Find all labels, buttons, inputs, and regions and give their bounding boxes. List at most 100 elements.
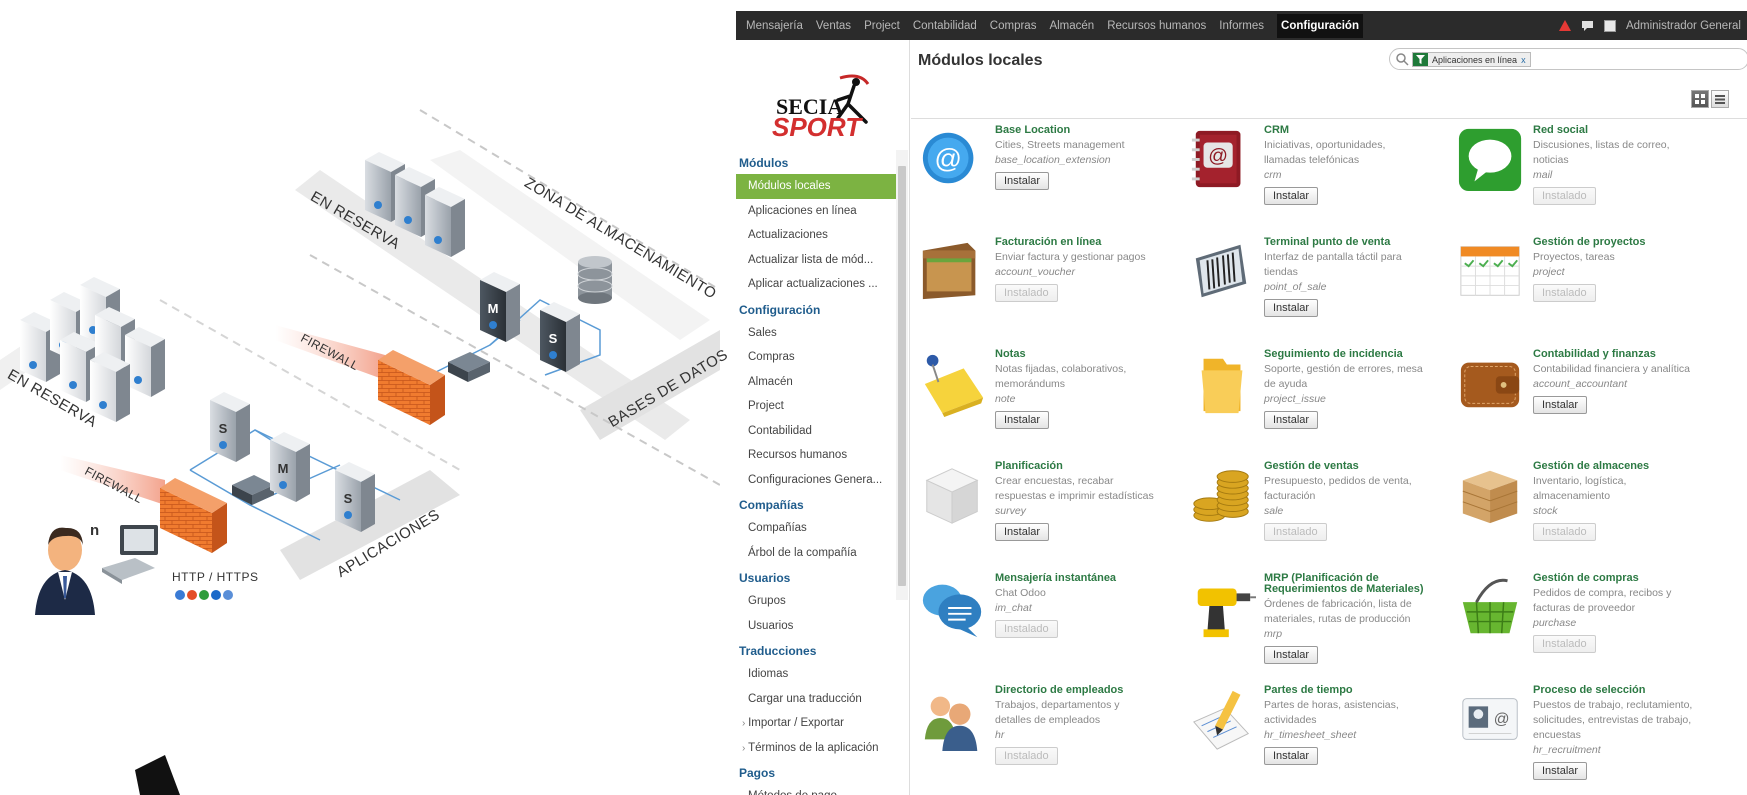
sidebar-item[interactable]: Almacén [736,370,910,395]
module-name[interactable]: Gestión de proyectos [1533,237,1715,248]
sidebar-section-title[interactable]: Compañías [736,492,910,516]
speech-bubbles-icon[interactable] [919,573,987,641]
module-name[interactable]: MRP (Planificación de Requerimientos de … [1264,573,1446,595]
top-menu-item[interactable]: Ventas [816,20,851,32]
module-name[interactable]: Mensajería instantánea [995,573,1177,584]
module-card[interactable]: Partes de tiempo Partes de horas, asisten… [1180,679,1447,789]
sidebar-section-title[interactable]: Configuración [736,297,910,321]
at-sign-icon[interactable]: @ [919,125,987,193]
barcode-scanner-icon[interactable] [1188,237,1256,305]
cube-icon[interactable] [919,461,987,529]
top-menu-item[interactable]: Compras [990,20,1037,32]
sidebar-item[interactable]: Compras [736,345,910,370]
install-button[interactable]: Instalar [995,523,1050,541]
install-button[interactable]: Instalar [995,411,1050,429]
leather-wallet-icon[interactable] [1457,349,1525,417]
search-facet[interactable]: Aplicaciones en línea x [1412,52,1531,67]
list-view-icon[interactable] [1711,90,1729,108]
sidebar-item[interactable]: Compañías [736,516,910,541]
module-card[interactable]: Seguimiento de incidencia Soporte, gestió… [1180,343,1447,453]
install-button[interactable]: Instalar [1264,299,1319,317]
module-card[interactable]: @ Base Location Cities, Streets management… [911,119,1178,229]
module-card[interactable]: Notas Notas fijadas, colaborativos, memorá… [911,343,1178,453]
install-button[interactable]: Instalar [1533,396,1588,414]
sidebar-item[interactable]: Actualizar lista de mód... [736,248,910,273]
module-card[interactable]: MRP (Planificación de Requerimientos de … [1180,567,1447,677]
sidebar-section-title[interactable]: Usuarios [736,565,910,589]
coins-icon[interactable] [1188,461,1256,529]
sidebar-item[interactable]: Actualizaciones [736,223,910,248]
search-icon[interactable] [1395,52,1409,66]
calendar-icon[interactable] [1457,237,1525,305]
module-card[interactable]: Contabilidad y finanzas Contabilidad fina… [1449,343,1716,453]
chat-icon[interactable] [1581,20,1594,31]
sidebar-item[interactable]: Aplicar actualizaciones ... [736,272,910,297]
sidebar-section-title[interactable]: Módulos [736,150,910,174]
module-card[interactable]: Directorio de empleados Trabajos, departa… [911,679,1178,789]
install-button[interactable]: Instalar [1533,762,1588,780]
people-icon[interactable] [919,685,987,753]
sidebar-item[interactable]: Aplicaciones en línea [736,199,910,224]
user-name[interactable]: Administrador General [1626,20,1741,32]
basket-icon[interactable] [1457,573,1525,641]
crate-icon[interactable] [1457,461,1525,529]
module-card[interactable]: Gestión de almacenes Inventario, logístic… [1449,455,1716,565]
top-menu-item[interactable]: Project [864,20,900,32]
kanban-view-icon[interactable] [1691,90,1709,108]
module-card[interactable]: Mensajería instantánea Chat Odoo im_chat In… [911,567,1178,677]
top-menu-item[interactable]: Mensajería [746,20,803,32]
module-card[interactable]: Facturación en línea Enviar factura y ges… [911,231,1178,341]
module-name[interactable]: Red social [1533,125,1715,136]
top-menu-item[interactable]: Almacén [1049,20,1094,32]
sidebar-item[interactable]: Importar / Exportar [736,711,910,736]
module-card[interactable]: @ CRM Iniciativas, oportunidades, llamadas … [1180,119,1447,229]
top-menu-item[interactable]: Configuración [1277,13,1363,38]
install-button[interactable]: Instalar [1264,747,1319,765]
sidebar-item[interactable]: Project [736,394,910,419]
sidebar-item[interactable]: Configuraciones Genera... [736,468,910,493]
module-name[interactable]: Gestión de compras [1533,573,1715,584]
sidebar-item[interactable]: Sales [736,321,910,346]
module-card[interactable]: Red social Discusiones, listas de correo,… [1449,119,1716,229]
install-button[interactable]: Instalar [995,172,1050,190]
module-card[interactable]: Gestión de proyectos Proyectos, tareas pro… [1449,231,1716,341]
search-box[interactable]: Aplicaciones en línea x [1389,48,1747,70]
sidebar-item[interactable]: Cargar una traducción [736,687,910,712]
facet-close-icon[interactable]: x [1521,55,1526,65]
sidebar-scroll-thumb[interactable] [898,166,906,586]
module-card[interactable]: @ Proceso de selección Puestos de trabajo,… [1449,679,1716,789]
module-name[interactable]: Contabilidad y finanzas [1533,349,1715,360]
sidebar-item[interactable]: Grupos [736,589,910,614]
module-name[interactable]: CRM [1264,125,1446,136]
sidebar-item[interactable]: Términos de la aplicación [736,736,910,761]
sidebar-item[interactable]: Recursos humanos [736,443,910,468]
module-name[interactable]: Facturación en línea [995,237,1177,248]
module-name[interactable]: Proceso de selección [1533,685,1715,696]
module-card[interactable]: Gestión de ventas Presupuesto, pedidos de… [1180,455,1447,565]
top-menu-item[interactable]: Recursos humanos [1107,20,1206,32]
install-button[interactable]: Instalar [1264,646,1319,664]
top-menu-item[interactable]: Contabilidad [913,20,977,32]
id-card-icon[interactable]: @ [1457,685,1525,753]
sidebar-item[interactable]: Usuarios [736,614,910,639]
module-name[interactable]: Base Location [995,125,1177,136]
module-name[interactable]: Planificación [995,461,1177,472]
module-card[interactable]: Terminal punto de venta Interfaz de panta… [1180,231,1447,341]
address-book-icon[interactable]: @ [1188,125,1256,193]
sidebar-item[interactable]: Contabilidad [736,419,910,444]
module-card[interactable]: Gestión de compras Pedidos de compra, rec… [1449,567,1716,677]
chat-bubble-icon[interactable] [1457,125,1525,193]
module-name[interactable]: Gestión de ventas [1264,461,1446,472]
install-button[interactable]: Instalar [1264,187,1319,205]
module-name[interactable]: Notas [995,349,1177,360]
module-name[interactable]: Partes de tiempo [1264,685,1446,696]
sidebar-item[interactable]: Idiomas [736,662,910,687]
sidebar-section-title[interactable]: Pagos [736,760,910,784]
user-avatar[interactable] [1603,19,1616,32]
module-name[interactable]: Gestión de almacenes [1533,461,1715,472]
sidebar-item[interactable]: Árbol de la compañía [736,541,910,566]
sidebar-item[interactable]: Módulos locales [736,174,896,199]
wallet-icon[interactable] [919,237,987,305]
module-card[interactable]: Planificación Crear encuestas, recabar res… [911,455,1178,565]
folder-icon[interactable] [1188,349,1256,417]
